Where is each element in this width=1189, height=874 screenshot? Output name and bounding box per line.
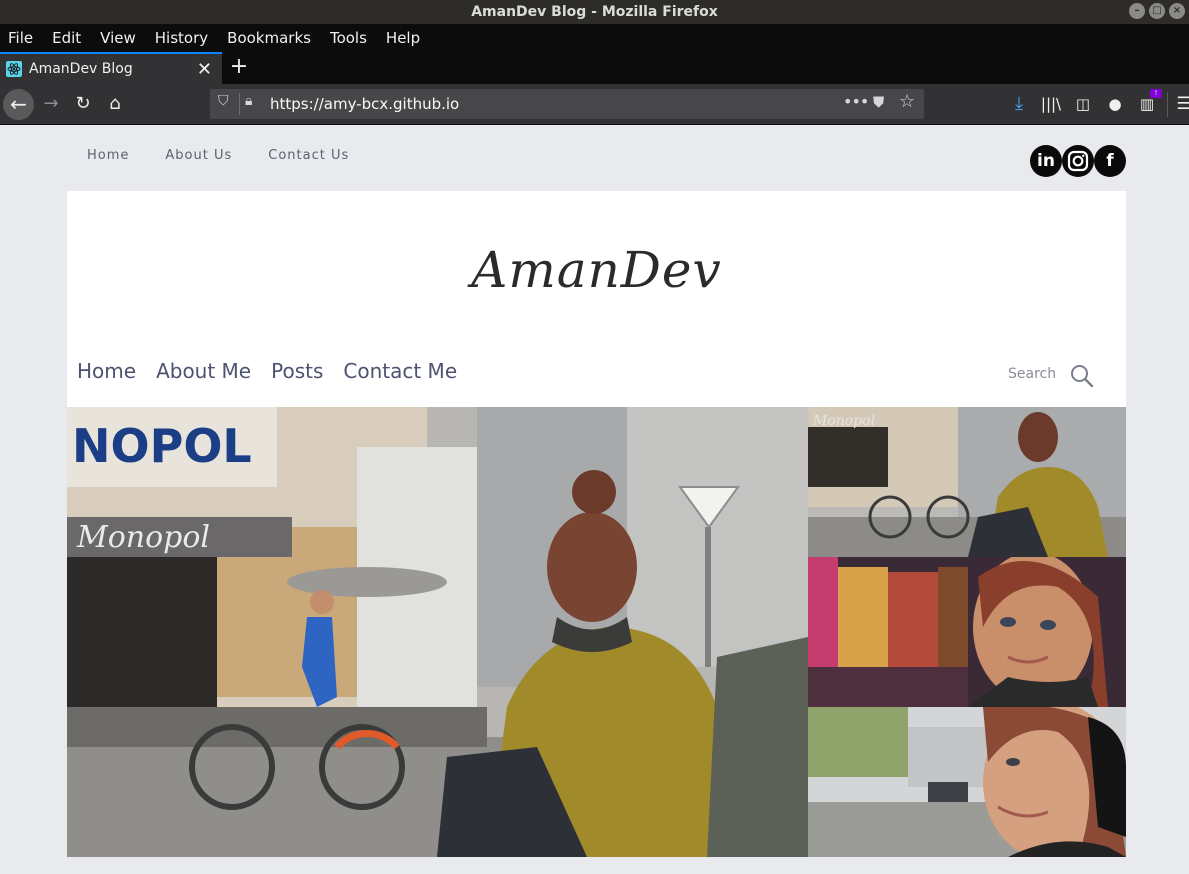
menu-file[interactable]: File <box>8 29 33 47</box>
close-window-button[interactable]: × <box>1169 3 1185 19</box>
main-nav: Home About Me Posts Contact Me <box>77 359 477 383</box>
search-input[interactable]: Search <box>1008 366 1056 382</box>
tracking-shield-icon[interactable]: ⛉ <box>218 93 229 109</box>
menubar: File Edit View History Bookmarks Tools H… <box>0 24 1189 52</box>
library-button[interactable]: |||\ <box>1039 92 1063 116</box>
download-button[interactable]: ⤓ <box>1007 92 1031 116</box>
extension-badge: ! <box>1150 89 1162 98</box>
top-nav-about-us[interactable]: About Us <box>165 148 232 163</box>
instagram-icon[interactable] <box>1062 145 1094 177</box>
reload-icon: ↻ <box>75 93 91 114</box>
menu-tools[interactable]: Tools <box>330 29 367 47</box>
social-links: in f <box>1030 145 1126 177</box>
facebook-icon[interactable]: f <box>1094 145 1126 177</box>
svg-text:Monopol: Monopol <box>812 413 875 429</box>
nav-about-me[interactable]: About Me <box>156 359 251 383</box>
web-page: Home About Us Contact Us in f AmanDev Ho… <box>0 125 1189 874</box>
forward-button[interactable]: → <box>39 92 63 116</box>
sidebar-button[interactable]: ◫ <box>1071 92 1095 116</box>
pocket-icon[interactable]: ⛊ <box>873 93 884 111</box>
tab-title: AmanDev Blog <box>29 61 133 77</box>
minimize-button[interactable]: – <box>1129 3 1145 19</box>
tab-active[interactable]: AmanDev Blog ✕ <box>0 52 222 84</box>
new-tab-icon[interactable]: + <box>228 54 250 79</box>
toolbar-divider <box>1167 92 1168 117</box>
menu-history[interactable]: History <box>155 29 208 47</box>
nav-home[interactable]: Home <box>77 359 136 383</box>
arrow-right-icon: → <box>43 93 59 114</box>
menu-edit[interactable]: Edit <box>52 29 81 47</box>
thumbnail-image-3[interactable] <box>808 707 1126 857</box>
window-titlebar: AmanDev Blog - Mozilla Firefox – □ × <box>0 0 1189 24</box>
page-actions-icon[interactable]: ••• <box>843 92 869 111</box>
back-button[interactable]: ← <box>3 89 34 120</box>
svg-text:NOPOL: NOPOL <box>72 419 252 473</box>
window-title: AmanDev Blog - Mozilla Firefox <box>471 4 718 20</box>
url-bar[interactable]: ⛉ 🔒︎ https://amy-bcx.github.io ••• ⛊ ☆ <box>210 89 924 119</box>
menu-bookmarks[interactable]: Bookmarks <box>227 29 311 47</box>
top-nav-contact-us[interactable]: Contact Us <box>268 148 349 163</box>
tab-strip: AmanDev Blog ✕ + <box>0 52 1189 84</box>
bookmark-star-icon[interactable]: ☆ <box>899 91 915 112</box>
url-text[interactable]: https://amy-bcx.github.io <box>270 95 459 113</box>
top-nav: Home About Us Contact Us <box>87 148 385 163</box>
react-favicon-icon <box>6 61 22 77</box>
lock-icon[interactable]: 🔒︎ <box>245 93 252 109</box>
account-icon: ● <box>1108 95 1122 113</box>
nav-posts[interactable]: Posts <box>271 359 323 383</box>
search-icon[interactable] <box>1069 363 1095 389</box>
hero-image[interactable]: NOPOL Monopol <box>67 407 808 857</box>
top-nav-home[interactable]: Home <box>87 148 129 163</box>
library-icon: |||\ <box>1040 95 1062 113</box>
navigation-toolbar: ← → ↻ ⌂ ⛉ 🔒︎ https://amy-bcx.github.io •… <box>0 84 1189 125</box>
menu-button[interactable]: ☰ <box>1172 92 1189 116</box>
svg-text:Monopol: Monopol <box>76 520 210 555</box>
site-logo[interactable]: AmanDev <box>67 241 1126 299</box>
thumbnail-image-2[interactable] <box>808 557 1126 707</box>
thumbnail-image-1[interactable]: Monopol <box>808 407 1126 557</box>
window-controls: – □ × <box>1129 3 1185 19</box>
menu-view[interactable]: View <box>100 29 136 47</box>
menu-help[interactable]: Help <box>386 29 420 47</box>
hamburger-menu-icon: ☰ <box>1176 94 1189 114</box>
arrow-left-icon: ← <box>10 92 27 116</box>
home-button[interactable]: ⌂ <box>103 92 127 116</box>
url-divider <box>239 93 240 115</box>
nav-contact-me[interactable]: Contact Me <box>343 359 457 383</box>
main-card: AmanDev Home About Me Posts Contact Me S… <box>67 191 1126 857</box>
linkedin-icon[interactable]: in <box>1030 145 1062 177</box>
home-icon: ⌂ <box>109 93 121 114</box>
close-tab-icon[interactable]: ✕ <box>197 59 212 80</box>
sidebar-icon: ◫ <box>1075 95 1091 113</box>
download-icon: ⤓ <box>1015 93 1023 114</box>
maximize-button[interactable]: □ <box>1149 3 1165 19</box>
reload-button[interactable]: ↻ <box>71 92 95 116</box>
account-button[interactable]: ● <box>1103 92 1127 116</box>
